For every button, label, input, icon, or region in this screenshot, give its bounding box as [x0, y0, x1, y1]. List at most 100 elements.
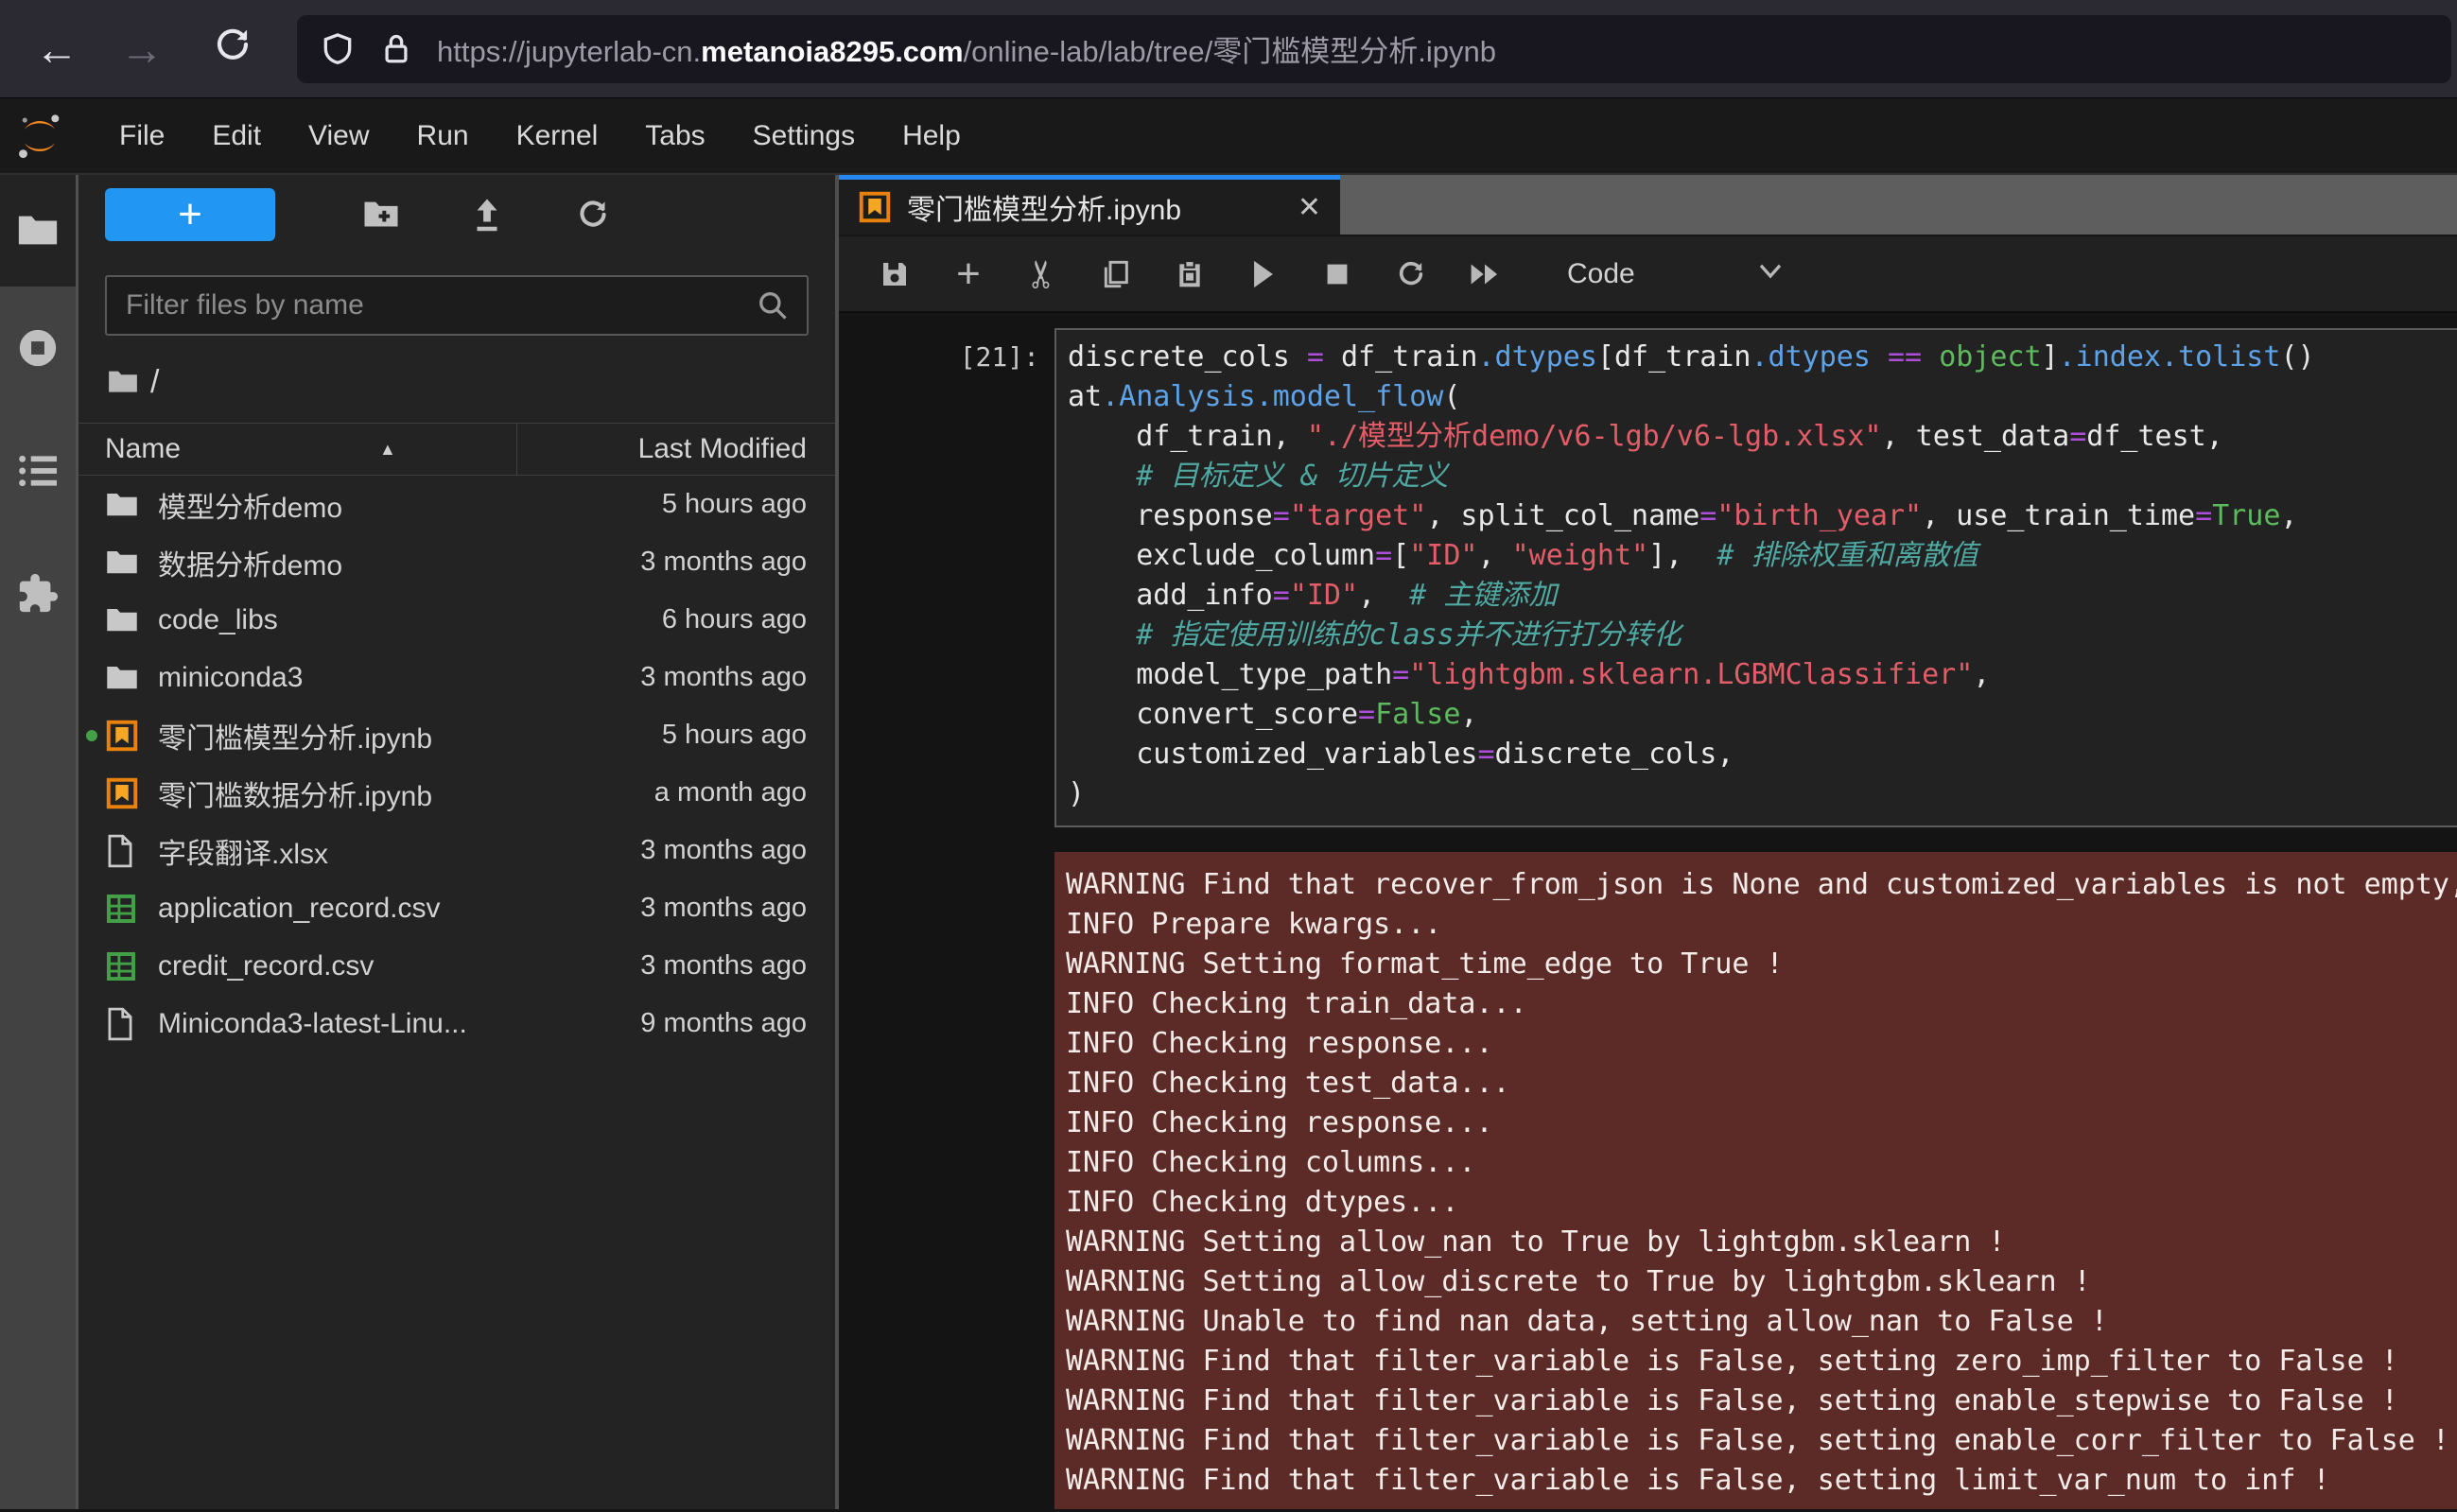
upload-button[interactable]: [468, 194, 506, 235]
output-gutter: [839, 852, 1054, 1509]
restart-kernel-button[interactable]: [1395, 255, 1427, 293]
lock-icon[interactable]: [380, 31, 412, 67]
jupyter-logo-icon: [13, 110, 66, 163]
menu-tabs[interactable]: Tabs: [621, 120, 728, 152]
menu-help[interactable]: Help: [879, 120, 985, 152]
new-launcher-button[interactable]: +: [105, 188, 275, 241]
code-cell: [21]: discrete_cols = df_train.dtypes[df…: [839, 328, 2457, 827]
sidebar-tab-toc[interactable]: [0, 409, 76, 532]
file-modified: a month ago: [532, 777, 835, 808]
browser-forward-button[interactable]: →: [113, 24, 170, 75]
left-activity-bar: [0, 175, 78, 1509]
file-filter-input[interactable]: [124, 288, 756, 322]
file-name: miniconda3: [158, 662, 532, 694]
file-name: 字段翻译.xlsx: [158, 830, 532, 872]
file-icon: [105, 1007, 139, 1041]
file-row[interactable]: 零门槛数据分析.ipynba month ago: [78, 764, 835, 822]
column-header-name[interactable]: Name ▲: [78, 424, 516, 475]
url-bar[interactable]: https://jupyterlab-cn.metanoia8295.com/o…: [297, 15, 2451, 83]
refresh-button[interactable]: [574, 194, 612, 235]
notebook-tab[interactable]: 零门槛模型分析.ipynb ✕: [839, 175, 1340, 235]
output-line: WARNING Find that recover_from_json is N…: [1066, 865, 2457, 905]
fast-forward-icon: [1469, 260, 1501, 288]
code-line: df_train, "./模型分析demo/v6-lgb/v6-lgb.xlsx…: [1068, 417, 2457, 457]
file-row[interactable]: Miniconda3-latest-Linu...9 months ago: [78, 995, 835, 1052]
menu-run[interactable]: Run: [393, 120, 493, 152]
cell-code-editor[interactable]: discrete_cols = df_train.dtypes[df_train…: [1054, 328, 2457, 827]
menu-file[interactable]: File: [96, 120, 188, 152]
menu-view[interactable]: View: [285, 120, 392, 152]
file-row[interactable]: 零门槛模型分析.ipynb5 hours ago: [78, 706, 835, 764]
file-filter-box: [105, 275, 809, 336]
cell-type-select[interactable]: Code: [1567, 258, 1635, 290]
save-button[interactable]: [879, 255, 911, 293]
file-name: 数据分析demo: [158, 542, 532, 583]
output-line: INFO Checking train_data...: [1066, 984, 2457, 1024]
file-modified: 3 months ago: [532, 662, 835, 693]
interrupt-kernel-button[interactable]: [1321, 255, 1353, 293]
browser-back-button[interactable]: ←: [28, 24, 85, 75]
kernel-running-dot: [86, 730, 97, 741]
tab-close-button[interactable]: ✕: [1298, 191, 1321, 224]
file-browser-toolbar: +: [105, 188, 835, 241]
code-line: response="target", split_col_name="birth…: [1068, 496, 2457, 536]
file-row[interactable]: code_libs6 hours ago: [78, 591, 835, 649]
stop-circle-icon: [16, 326, 60, 370]
folder-icon: [105, 488, 139, 522]
paste-cells-button[interactable]: [1174, 255, 1206, 293]
file-modified: 9 months ago: [532, 1008, 835, 1039]
output-line: WARNING Find that filter_variable is Fal…: [1066, 1342, 2457, 1382]
code-line: # 指定使用训练的class并不进行打分转化: [1068, 616, 2457, 655]
output-line: INFO Checking dtypes...: [1066, 1183, 2457, 1223]
output-line: INFO Checking columns...: [1066, 1143, 2457, 1183]
file-modified: 5 hours ago: [532, 720, 835, 751]
sidebar-tab-filebrowser[interactable]: [0, 175, 76, 287]
chevron-down-icon[interactable]: [1756, 261, 1785, 287]
notebook-content: [21]: discrete_cols = df_train.dtypes[df…: [839, 313, 2457, 1509]
code-line: customized_variables=discrete_cols,: [1068, 735, 2457, 774]
breadcrumb-root[interactable]: /: [150, 364, 159, 401]
breadcrumb: /: [107, 360, 835, 404]
file-icon: [105, 834, 139, 868]
url-text: https://jupyterlab-cn.metanoia8295.com/o…: [437, 27, 1496, 70]
sidebar-tab-running[interactable]: [0, 287, 76, 409]
home-folder-icon[interactable]: [107, 368, 139, 396]
code-line: ): [1068, 774, 2457, 814]
cut-cells-button[interactable]: ✂: [1023, 258, 1061, 290]
app-window: ← → https://jupyterlab-cn.metanoia8295.c…: [0, 0, 2457, 1512]
dock-tab-bar: 零门槛模型分析.ipynb ✕: [839, 175, 2457, 235]
output-line: INFO Checking test_data...: [1066, 1064, 2457, 1104]
sidebar-tab-extensions[interactable]: [0, 532, 76, 655]
puzzle-icon: [16, 572, 60, 616]
copy-cells-button[interactable]: [1100, 255, 1132, 293]
file-row[interactable]: 数据分析demo3 months ago: [78, 533, 835, 591]
add-cell-button[interactable]: +: [952, 255, 985, 293]
notebook-icon: [105, 776, 139, 810]
menu-edit[interactable]: Edit: [188, 120, 285, 152]
file-listing: 模型分析demo5 hours ago数据分析demo3 months agoc…: [78, 476, 835, 1052]
code-line: model_type_path="lightgbm.sklearn.LGBMCl…: [1068, 655, 2457, 695]
output-line: WARNING Unable to find nan data, setting…: [1066, 1302, 2457, 1342]
search-icon: [756, 288, 790, 322]
column-header-modified[interactable]: Last Modified: [516, 424, 835, 475]
listing-header: Name ▲ Last Modified: [78, 423, 835, 476]
restart-run-all-button[interactable]: [1469, 255, 1501, 293]
upload-icon: [470, 196, 504, 234]
shield-icon[interactable]: [320, 31, 356, 67]
menu-settings[interactable]: Settings: [729, 120, 879, 152]
new-folder-icon: [362, 198, 400, 232]
code-line: convert_score=False,: [1068, 695, 2457, 735]
output-line: WARNING Setting allow_nan to True by lig…: [1066, 1223, 2457, 1262]
browser-reload-button[interactable]: [204, 24, 261, 75]
file-row[interactable]: application_record.csv3 months ago: [78, 879, 835, 937]
menu-kernel[interactable]: Kernel: [493, 120, 622, 152]
new-folder-button[interactable]: [362, 194, 400, 235]
run-button[interactable]: [1247, 255, 1280, 293]
file-row[interactable]: 字段翻译.xlsx3 months ago: [78, 822, 835, 879]
file-row[interactable]: credit_record.csv3 months ago: [78, 937, 835, 995]
file-name: 模型分析demo: [158, 484, 532, 526]
file-row[interactable]: 模型分析demo5 hours ago: [78, 476, 835, 533]
notebook-icon: [858, 190, 892, 224]
output-line: WARNING Find that filter_variable is Fal…: [1066, 1421, 2457, 1461]
file-row[interactable]: miniconda33 months ago: [78, 649, 835, 706]
